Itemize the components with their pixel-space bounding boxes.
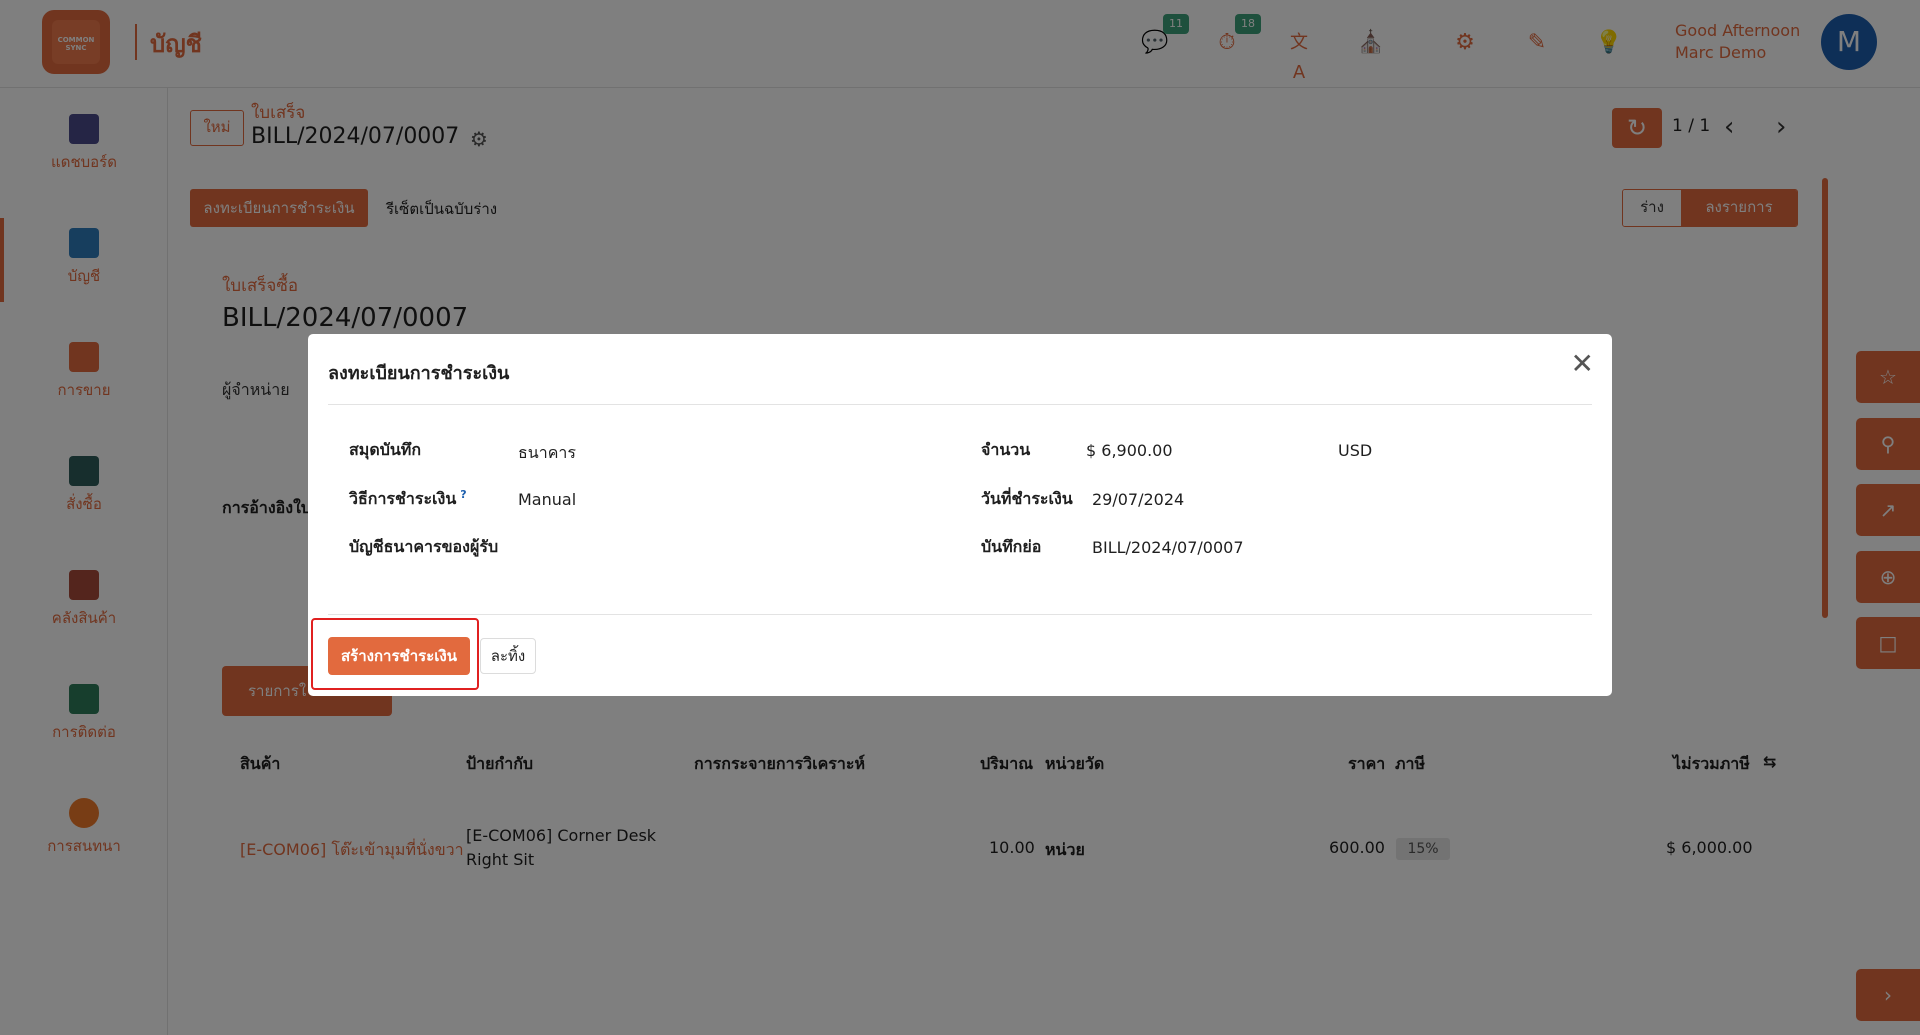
- journal-label: สมุดบันทึก: [349, 440, 422, 459]
- create-payment-button[interactable]: สร้างการชำระเงิน: [328, 637, 470, 675]
- close-icon[interactable]: ✕: [1571, 350, 1594, 378]
- memo-field[interactable]: BILL/2024/07/0007: [1092, 538, 1244, 557]
- amount-label: จำนวน: [981, 440, 1031, 459]
- dialog-divider: [328, 404, 1592, 405]
- payment-method-field[interactable]: Manual: [518, 490, 576, 509]
- dialog-title: ลงทะเบียนการชำระเงิน: [328, 363, 510, 384]
- payment-date-label: วันที่ชำระเงิน: [981, 489, 1073, 508]
- memo-label: บันทึกย่อ: [981, 537, 1042, 556]
- recipient-bank-label: บัญชีธนาคารของผู้รับ: [349, 537, 499, 556]
- payment-method-label: วิธีการชำระเงิน?: [349, 487, 467, 512]
- dialog-footer-divider: [328, 614, 1592, 615]
- payment-method-label-text: วิธีการชำระเงิน: [349, 489, 457, 508]
- discard-button[interactable]: ละทิ้ง: [480, 638, 536, 674]
- currency-field[interactable]: USD: [1338, 441, 1372, 460]
- journal-field[interactable]: ธนาคาร: [518, 441, 576, 466]
- payment-date-field[interactable]: 29/07/2024: [1092, 490, 1184, 509]
- help-icon[interactable]: ?: [460, 488, 466, 501]
- register-payment-dialog: ลงทะเบียนการชำระเงิน ✕ สมุดบันทึก ธนาคาร…: [308, 334, 1612, 696]
- amount-field[interactable]: $ 6,900.00: [1086, 441, 1173, 460]
